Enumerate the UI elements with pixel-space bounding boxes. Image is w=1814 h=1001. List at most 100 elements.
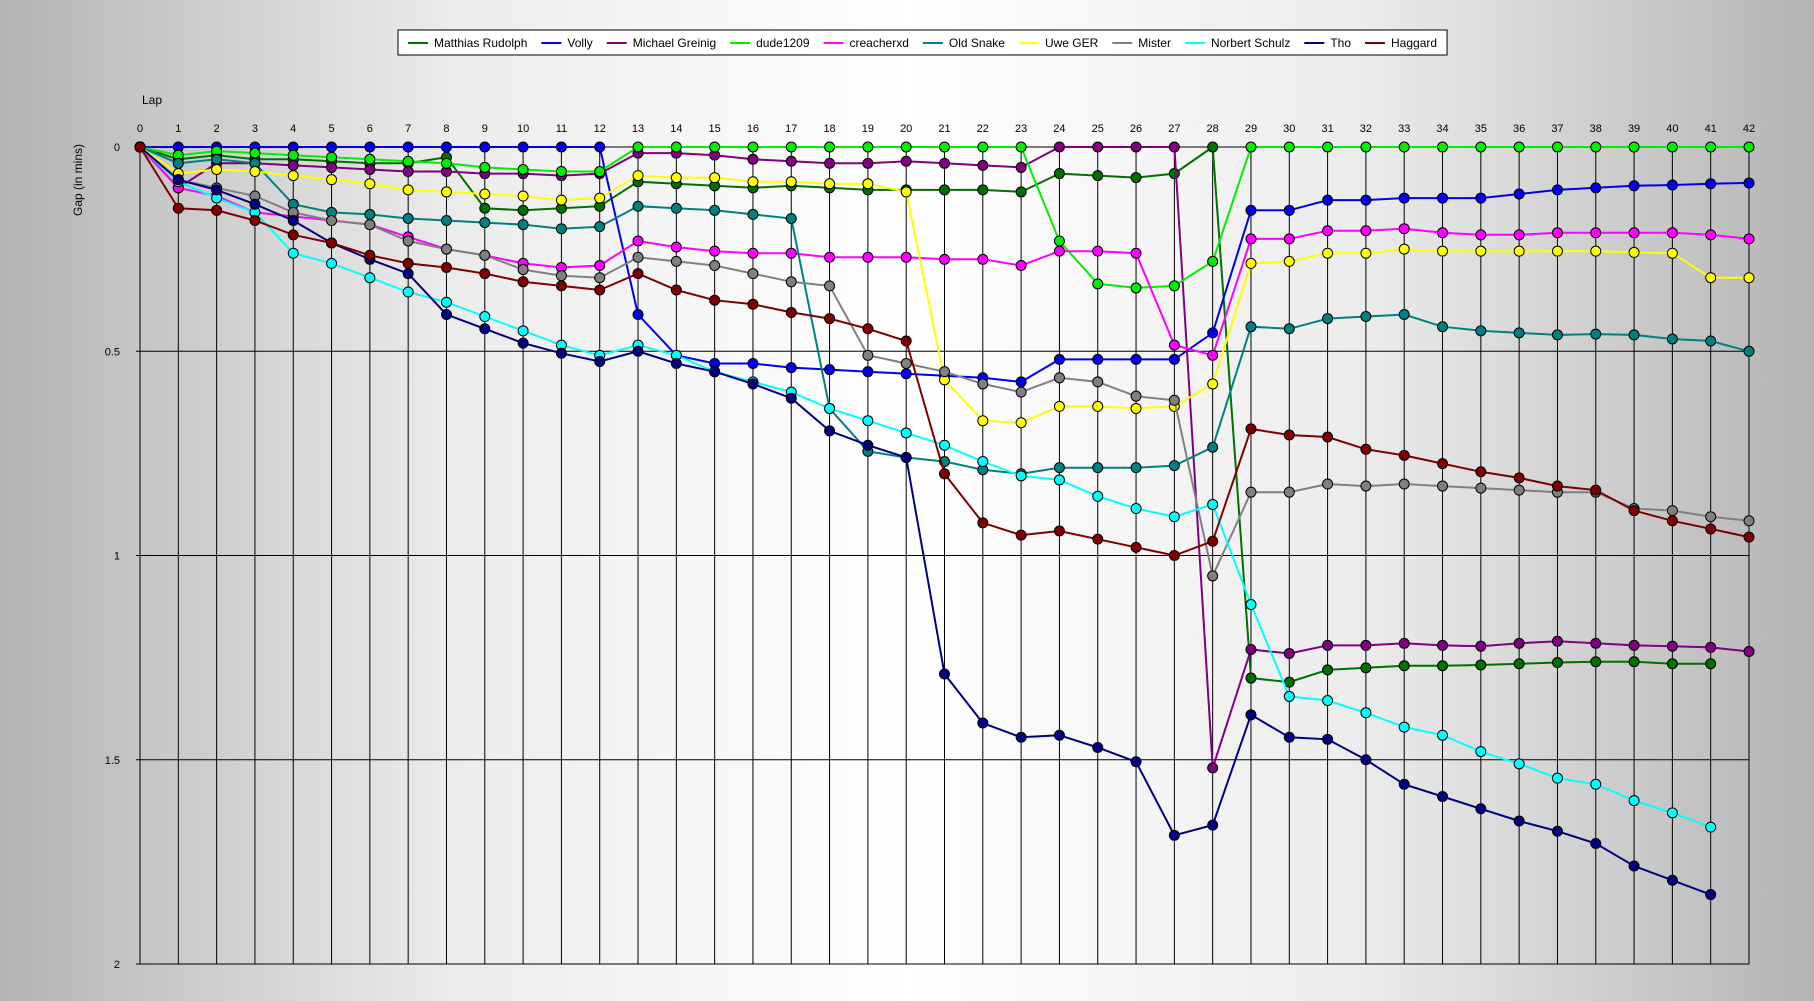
data-point xyxy=(1168,550,1180,561)
data-point xyxy=(1360,141,1372,153)
legend-label: Norbert Schulz xyxy=(1211,36,1290,50)
data-point xyxy=(1398,778,1410,790)
data-point xyxy=(1513,658,1525,670)
data-point xyxy=(1130,172,1142,184)
data-point xyxy=(402,286,414,298)
data-point xyxy=(134,141,146,153)
data-point xyxy=(402,268,414,280)
x-tick-label: 14 xyxy=(670,123,682,135)
data-point xyxy=(1168,280,1180,292)
x-tick-label: 37 xyxy=(1551,123,1563,135)
data-point xyxy=(594,192,606,204)
data-point xyxy=(1590,637,1602,649)
data-point xyxy=(862,141,874,153)
data-point xyxy=(1475,482,1487,494)
chart-legend: Matthias Rudolph Volly Michael Greinig dude… xyxy=(397,29,1448,56)
data-point xyxy=(440,296,452,308)
data-point xyxy=(1666,247,1678,259)
data-point xyxy=(670,284,682,296)
data-point xyxy=(1322,478,1334,490)
data-point xyxy=(326,174,338,186)
data-point xyxy=(1513,637,1525,649)
x-tick-label: 3 xyxy=(252,123,258,135)
x-tick-label: 13 xyxy=(632,123,644,135)
data-point xyxy=(1590,837,1602,849)
data-point xyxy=(440,141,452,153)
data-point xyxy=(555,141,567,153)
data-point xyxy=(939,468,950,480)
data-point xyxy=(440,215,452,227)
data-point xyxy=(1053,235,1065,247)
data-point xyxy=(785,247,797,259)
data-point xyxy=(517,141,529,153)
data-point xyxy=(862,415,874,427)
data-point xyxy=(1092,353,1104,365)
data-point xyxy=(1130,541,1142,553)
x-tick-label: 32 xyxy=(1360,123,1372,135)
data-point xyxy=(1053,353,1065,365)
data-point xyxy=(555,347,567,359)
data-point xyxy=(709,245,721,257)
data-point xyxy=(1053,474,1065,486)
x-tick-label: 39 xyxy=(1628,123,1640,135)
data-point xyxy=(632,251,644,263)
data-point xyxy=(1666,227,1678,239)
data-point xyxy=(249,215,261,227)
data-point xyxy=(249,198,261,210)
x-tick-label: 29 xyxy=(1245,123,1257,135)
data-point xyxy=(977,717,989,729)
data-point xyxy=(287,149,299,161)
y-tick-label: 1 xyxy=(114,551,120,563)
data-point xyxy=(1130,402,1142,414)
data-point xyxy=(939,253,950,265)
x-tick-label: 41 xyxy=(1705,123,1717,135)
data-point xyxy=(1398,449,1410,461)
data-point xyxy=(1207,535,1219,547)
data-point xyxy=(670,172,682,184)
data-point xyxy=(1360,639,1372,651)
data-point xyxy=(1743,141,1755,153)
data-point xyxy=(1628,329,1640,341)
data-point xyxy=(824,178,836,190)
data-point xyxy=(1590,245,1602,257)
chart-grid xyxy=(136,146,1750,965)
data-point xyxy=(824,402,836,414)
data-point xyxy=(1743,177,1755,189)
data-point xyxy=(1475,325,1487,337)
lap-gap-chart: Matthias Rudolph Volly Michael Greinig dude… xyxy=(71,29,1755,971)
data-point xyxy=(1015,376,1027,388)
data-point xyxy=(862,349,874,361)
data-point xyxy=(747,208,759,220)
data-point xyxy=(517,264,529,276)
y-tick-label: 1.5 xyxy=(105,755,120,767)
data-point xyxy=(364,153,376,165)
data-point xyxy=(1322,639,1334,651)
data-point xyxy=(440,186,452,198)
data-point xyxy=(1437,192,1449,204)
data-point xyxy=(632,200,644,212)
data-point xyxy=(1705,335,1717,347)
data-point xyxy=(1283,255,1295,267)
x-tick-label: 18 xyxy=(823,123,835,135)
data-point xyxy=(594,272,606,284)
data-point xyxy=(824,313,836,325)
data-point xyxy=(1705,178,1717,190)
data-point xyxy=(900,427,912,439)
data-point xyxy=(1360,707,1372,719)
data-point xyxy=(326,141,338,153)
data-point xyxy=(1398,223,1410,235)
data-point xyxy=(211,163,223,175)
data-point xyxy=(862,157,874,169)
data-point xyxy=(1168,168,1180,180)
data-point xyxy=(402,184,414,196)
x-tick-label: 4 xyxy=(290,123,296,135)
x-tick-label: 33 xyxy=(1398,123,1410,135)
data-point xyxy=(402,141,414,153)
data-point xyxy=(939,141,950,153)
data-point xyxy=(364,208,376,220)
data-point xyxy=(517,190,529,202)
data-point xyxy=(1705,821,1717,833)
data-point xyxy=(1207,762,1219,774)
data-point xyxy=(402,166,414,178)
data-point xyxy=(1092,533,1104,545)
